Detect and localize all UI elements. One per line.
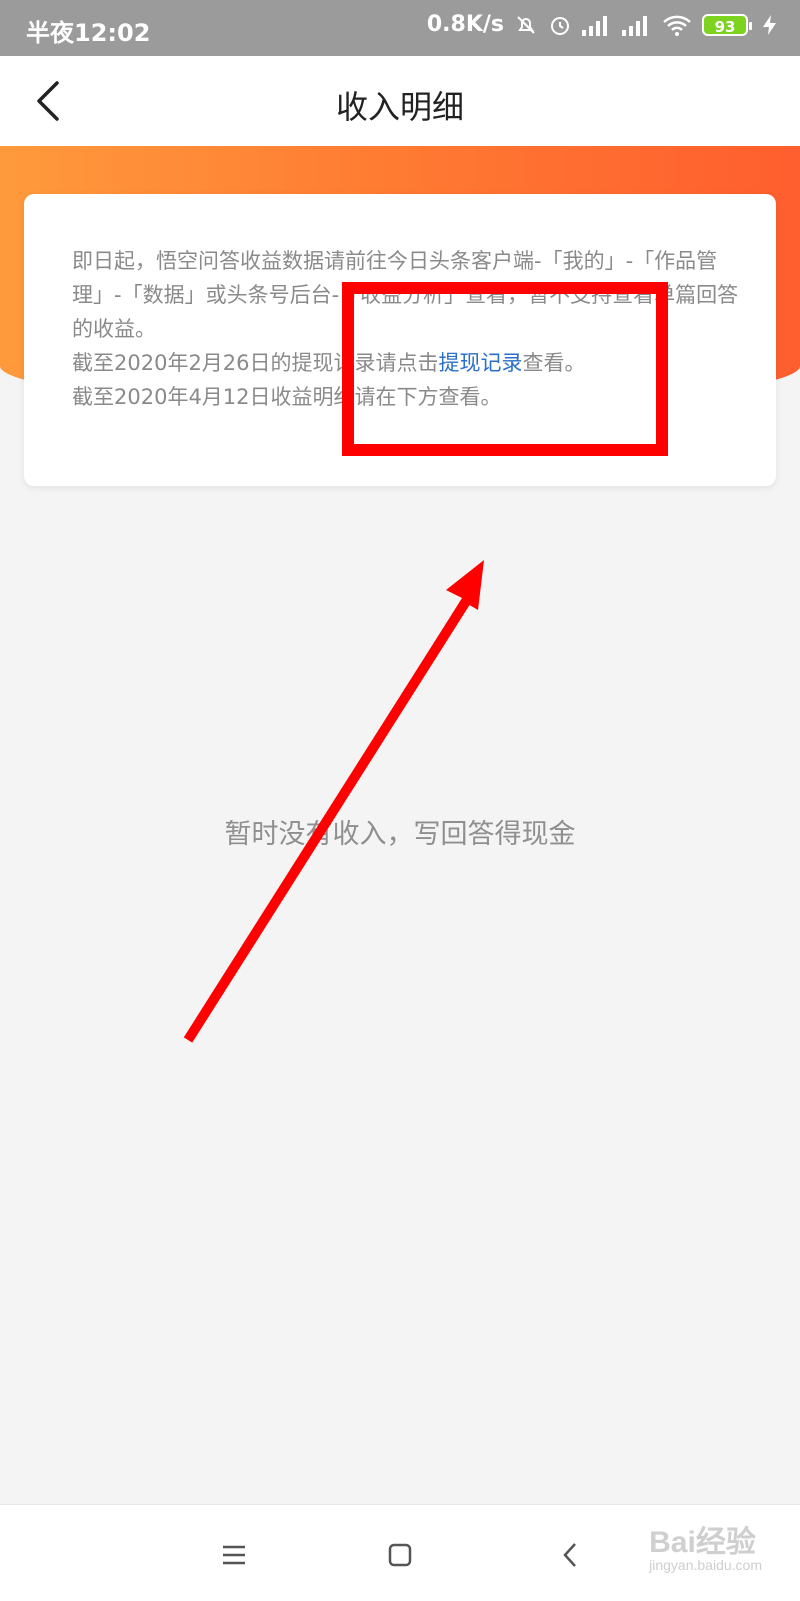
signal-icon (582, 14, 612, 36)
mute-icon (517, 15, 535, 34)
watermark-brand: Bai经验 (649, 1526, 756, 1559)
system-nav-bar: Bai经验 jingyan.baidu.com (0, 1504, 800, 1601)
battery-icon: 93 (702, 13, 752, 36)
empty-state-text: 暂时没有收入，写回答得现金 (224, 819, 576, 850)
watermark-url: jingyan.baidu.com (649, 1557, 762, 1573)
menu-icon (223, 1545, 245, 1565)
alarm-icon (551, 16, 569, 35)
menu-button[interactable] (212, 1533, 256, 1577)
highlight-box (342, 282, 668, 456)
status-bar: 半夜12:02 0.8K/s 93 (0, 0, 800, 56)
home-button[interactable] (378, 1533, 422, 1577)
charging-icon (763, 14, 776, 35)
back-icon (563, 1543, 576, 1567)
app-header: 收入明细 (0, 56, 800, 146)
status-icons: 0.8K/s 93 (427, 12, 782, 37)
status-time: 半夜12:02 (26, 19, 151, 47)
home-icon (388, 1543, 412, 1567)
network-speed: 0.8K/s (426, 12, 504, 37)
baidu-watermark: Bai经验 jingyan.baidu.com (649, 1517, 762, 1573)
page-title: 收入明细 (335, 88, 464, 126)
hd-signal-icon (622, 14, 652, 36)
wifi-icon (663, 15, 691, 36)
nav-back-button[interactable] (548, 1533, 592, 1577)
